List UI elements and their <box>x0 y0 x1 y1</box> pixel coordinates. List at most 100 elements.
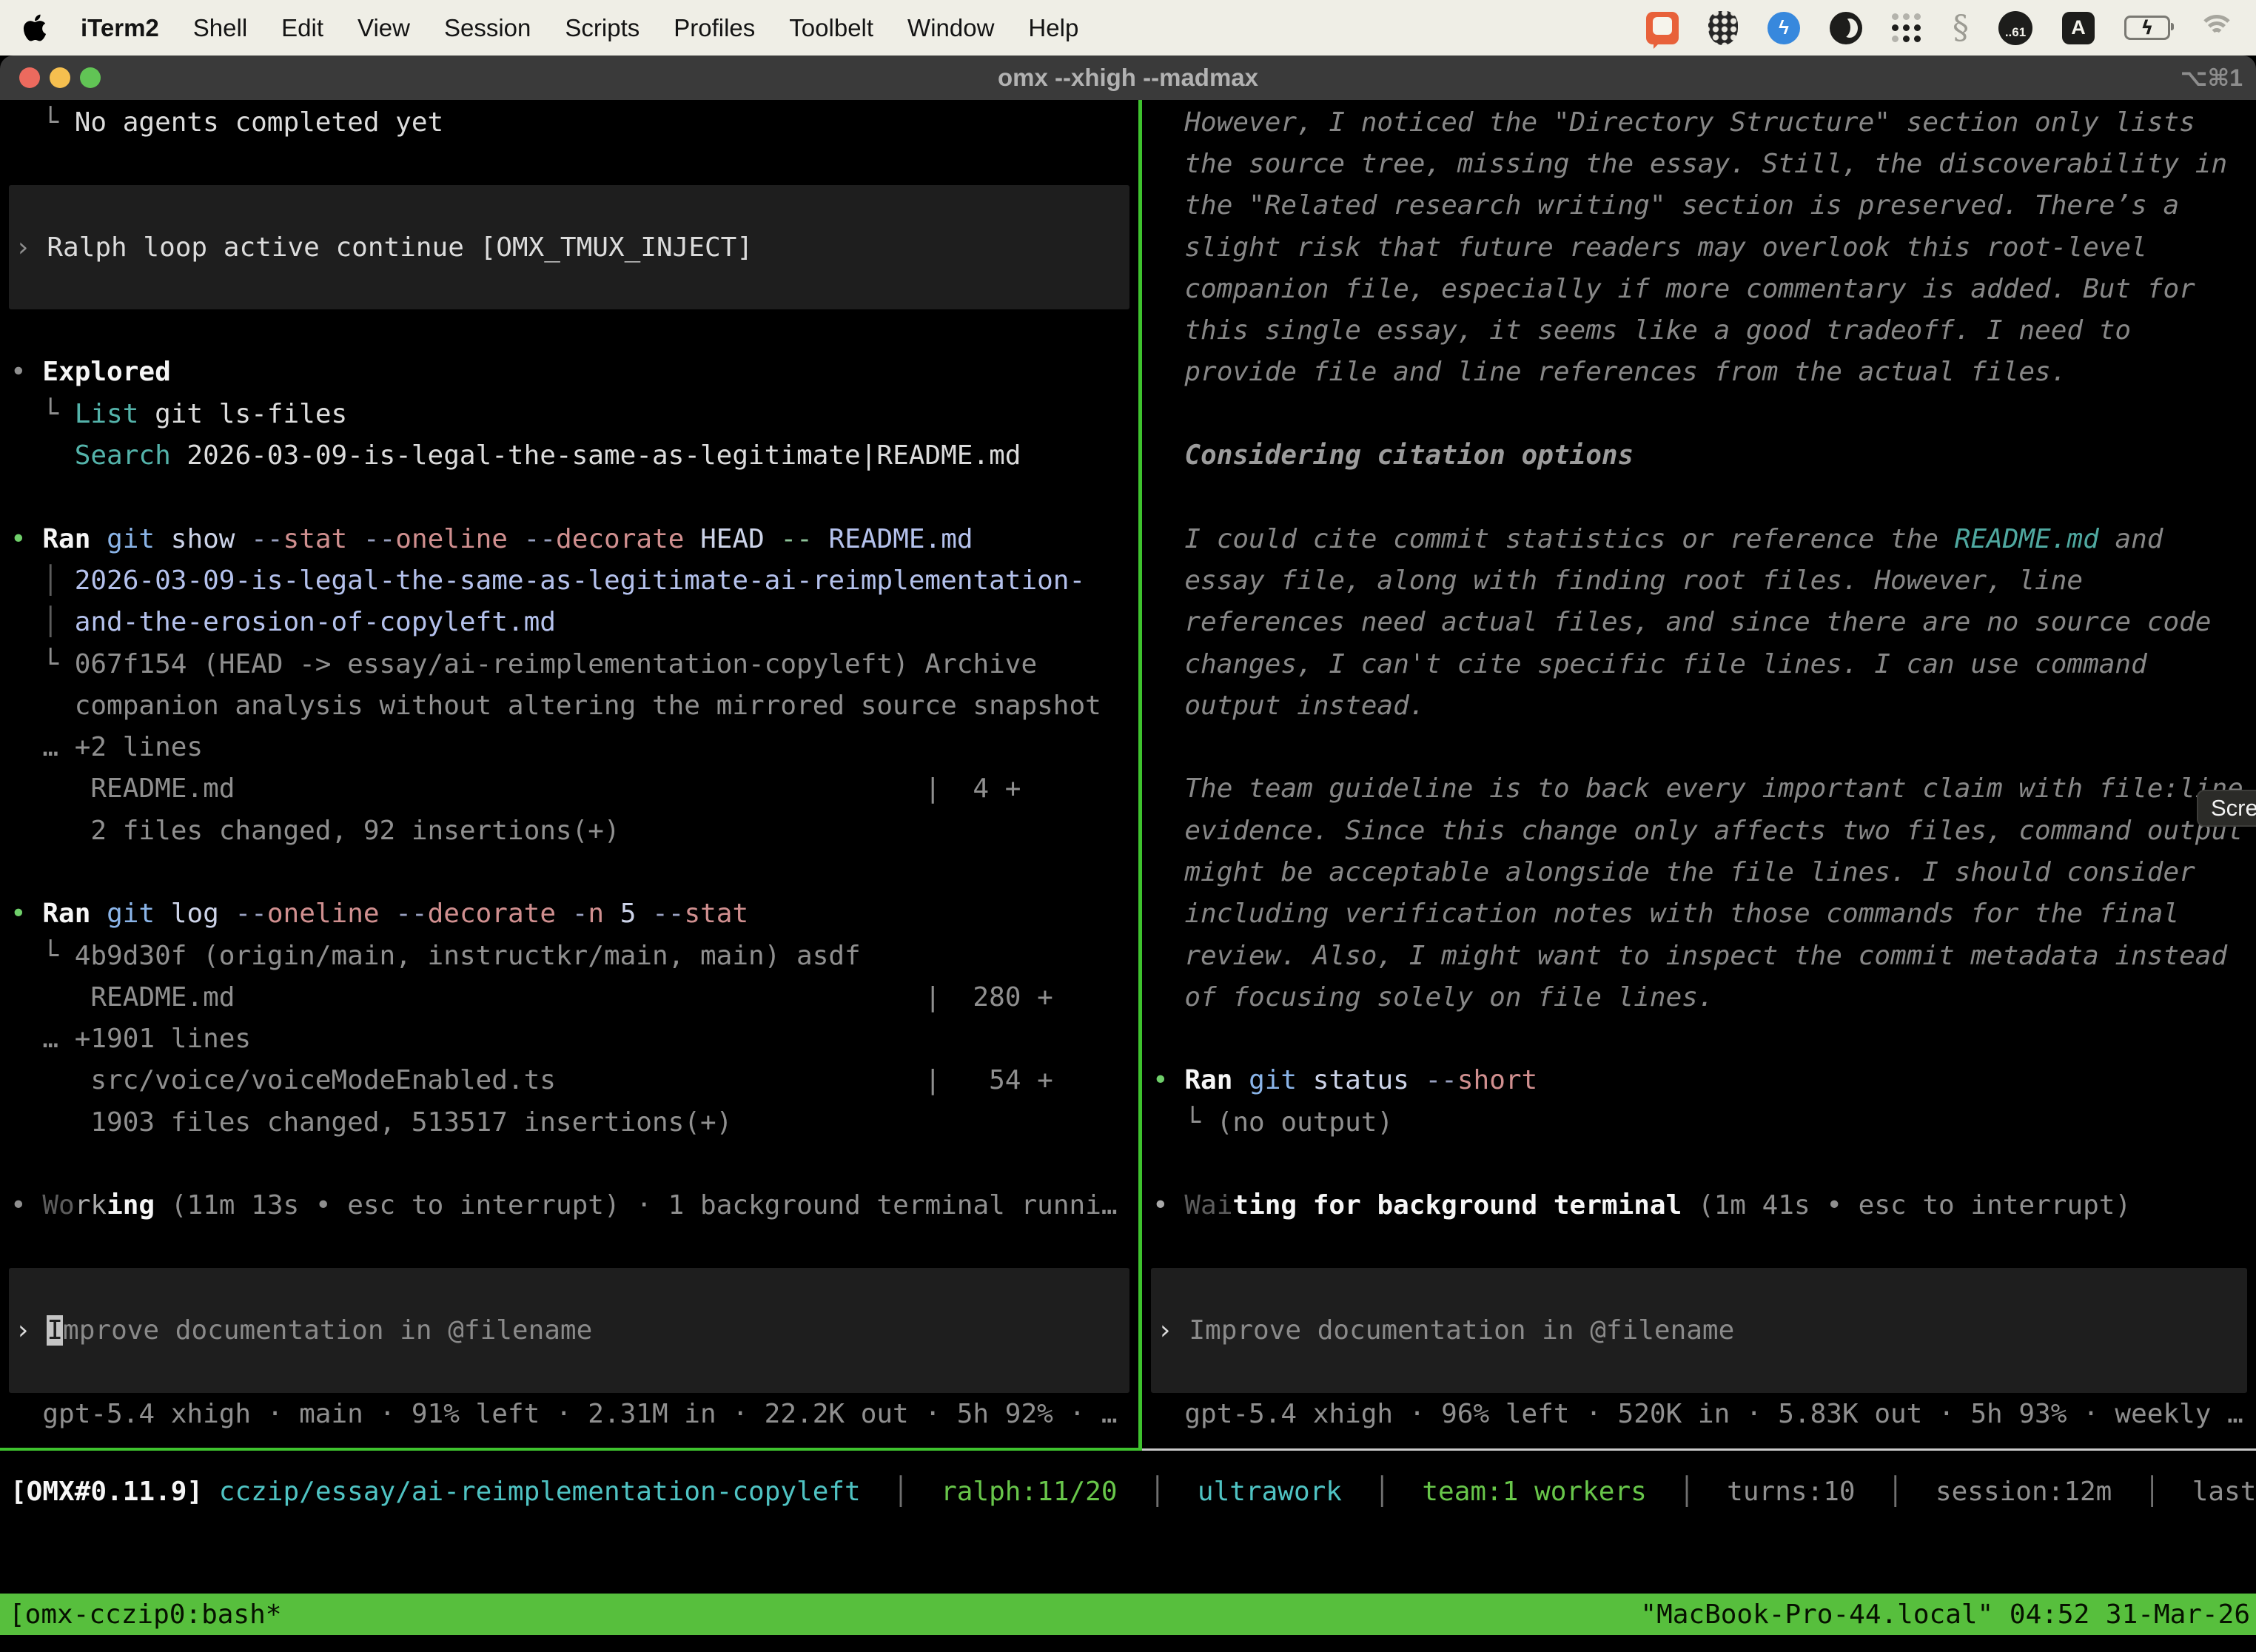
terminal-line: › Improve documentation in @filename <box>1151 1310 2247 1352</box>
text-segment: gpt-5.4 xhigh · 96% left · 520K in · 5.8… <box>1152 1399 2243 1429</box>
blank-line <box>1142 1226 2256 1268</box>
minimize-button[interactable] <box>50 67 70 88</box>
text-segment: decorate <box>556 524 684 554</box>
text-segment: Ran <box>1184 1065 1232 1095</box>
menu-item-profiles[interactable]: Profiles <box>657 14 772 41</box>
tmux-status-bar: [omx-cczip0:bash* "MacBook-Pro-44.local"… <box>0 1594 2256 1635</box>
blank-line <box>1142 1018 2256 1060</box>
terminal-line: └ 4b9d30f (origin/main, instructkr/main,… <box>0 935 1138 976</box>
text-segment: -- <box>1426 1065 1457 1095</box>
text-segment: README.md <box>1955 524 2099 554</box>
text-segment: Wai <box>1184 1190 1232 1220</box>
text-segment: (1m 41s • esc to interrupt) <box>1682 1190 2131 1220</box>
text-segment: git <box>107 899 155 929</box>
terminal-line: this single essay, it seems like a good … <box>1142 309 2256 351</box>
menu-item-shell[interactable]: Shell <box>176 14 264 41</box>
text-segment: git ls-files <box>138 399 347 429</box>
menu-item-view[interactable]: View <box>340 14 427 41</box>
badge-label: Scre <box>2211 795 2256 822</box>
text-segment: I could cite commit statistics or refere… <box>1152 524 1955 554</box>
zoom-button[interactable] <box>80 67 101 88</box>
hook-icon[interactable]: § <box>1953 12 1969 44</box>
blank-line <box>0 1143 1138 1184</box>
text-segment <box>556 899 572 929</box>
counter-icon[interactable]: ..61 <box>1998 11 2032 45</box>
terminal-area[interactable]: └ No agents completed yet› Ralph loop ac… <box>0 100 2256 1652</box>
badge-icon[interactable]: ϟ <box>1767 12 1800 44</box>
terminal-line: the "Related research writing" section i… <box>1142 185 2256 226</box>
close-button[interactable] <box>19 67 40 88</box>
screen-notification-badge[interactable]: Scre <box>2197 790 2256 827</box>
text-segment: -- <box>235 899 266 929</box>
terminal-line: The team guideline is to back every impo… <box>1142 768 2256 810</box>
dots-grid-icon[interactable] <box>1892 13 1923 44</box>
terminal-line: gpt-5.4 xhigh · 96% left · 520K in · 5.8… <box>1142 1393 2256 1434</box>
text-segment: show <box>155 524 251 554</box>
battery-nub <box>2171 23 2174 30</box>
menu-item-scripts[interactable]: Scripts <box>548 14 657 41</box>
status-segment: │ <box>1856 1477 1936 1507</box>
text-segment <box>1232 1065 1249 1095</box>
window-shortcut-label: ⌥⌘1 <box>2181 56 2243 100</box>
text-segment: 1903 files changed, 513517 insertions(+) <box>10 1107 732 1138</box>
text-segment: 5 <box>604 899 652 929</box>
text-segment: evidence. Since this change only affects… <box>1152 816 2243 846</box>
tmux-pane-right[interactable]: However, I noticed the "Directory Struct… <box>1142 101 2256 1519</box>
prompt-input-right[interactable]: › Improve documentation in @filename <box>1151 1268 2247 1393</box>
blank-line <box>0 309 1138 351</box>
tmux-pane-left[interactable]: └ No agents completed yet› Ralph loop ac… <box>0 101 1138 1519</box>
text-segment: Wo <box>42 1190 74 1220</box>
apple-icon[interactable] <box>22 13 49 44</box>
wifi-icon[interactable] <box>2200 15 2234 41</box>
text-segment: └ <box>10 941 75 971</box>
title-bar[interactable]: omx --xhigh --madmax ⌥⌘1 <box>0 56 2256 100</box>
terminal-line: │ and-the-erosion-of-copyleft.md <box>0 602 1138 643</box>
text-segment: essay file, along with finding root file… <box>1152 565 2083 596</box>
menu-item-session[interactable]: Session <box>427 14 548 41</box>
text-segment: 067f154 (HEAD -> essay/ai-reimplementati… <box>75 649 1037 679</box>
text-segment: and <box>2099 524 2163 554</box>
text-segment: mprove documentation in @filename <box>63 1315 592 1346</box>
text-segment: ting for background terminal <box>1232 1190 1682 1220</box>
status-segment: ralph:11/20 <box>941 1477 1117 1507</box>
menu-item-window[interactable]: Window <box>890 14 1011 41</box>
ralph-loop-box[interactable]: › Ralph loop active continue [OMX_TMUX_I… <box>9 185 1129 310</box>
terminal-line: However, I noticed the "Directory Struct… <box>1142 101 2256 143</box>
text-segment: the source tree, missing the essay. Stil… <box>1152 149 2227 179</box>
shield-icon[interactable] <box>1708 11 1738 45</box>
blank-line <box>1142 726 2256 768</box>
screenshot-icon[interactable] <box>1646 12 1679 44</box>
terminal-line: output instead. <box>1142 685 2256 726</box>
terminal-line: Search 2026-03-09-is-legal-the-same-as-l… <box>0 434 1138 476</box>
input-source-icon[interactable]: A <box>2062 12 2095 44</box>
terminal-line: Considering citation options <box>1142 434 2256 476</box>
text-segment: provide file and line references from th… <box>1152 357 2067 387</box>
text-segment: └ <box>10 649 75 679</box>
text-segment <box>10 440 75 471</box>
text-segment: oneline <box>395 524 508 554</box>
battery-icon[interactable]: ϟ <box>2124 16 2170 40</box>
menu-item-iterm2[interactable]: iTerm2 <box>64 14 176 41</box>
blank-line <box>0 851 1138 893</box>
text-segment: review. Also, I might want to inspect th… <box>1152 941 2227 971</box>
moon-icon[interactable] <box>1830 12 1862 44</box>
terminal-line: review. Also, I might want to inspect th… <box>1142 935 2256 976</box>
prompt-input-left[interactable]: › Improve documentation in @filename <box>9 1268 1129 1393</box>
terminal-line: • Ran git status --short <box>1142 1060 2256 1101</box>
terminal-line: gpt-5.4 xhigh · main · 91% left · 2.31M … <box>0 1393 1138 1434</box>
text-segment: Search <box>75 440 171 471</box>
text-segment: src/voice/voiceModeEnabled.ts | 54 + <box>10 1065 1053 1095</box>
menu-item-toolbelt[interactable]: Toolbelt <box>772 14 890 41</box>
terminal-line: • Explored <box>0 352 1138 393</box>
menu-item-edit[interactable]: Edit <box>264 14 340 41</box>
text-segment <box>508 524 524 554</box>
status-segment: │ <box>2112 1477 2192 1507</box>
terminal-line: └ List git ls-files <box>0 393 1138 434</box>
status-segment: ultrawork <box>1198 1477 1342 1507</box>
menu-item-help[interactable]: Help <box>1011 14 1095 41</box>
blank-line <box>1142 477 2256 518</box>
text-segment: Ran <box>42 899 90 929</box>
screen: iTerm2ShellEditViewSessionScriptsProfile… <box>0 0 2256 1652</box>
menu-items: iTerm2ShellEditViewSessionScriptsProfile… <box>64 14 1095 42</box>
text-segment: (no output) <box>1217 1107 1393 1138</box>
